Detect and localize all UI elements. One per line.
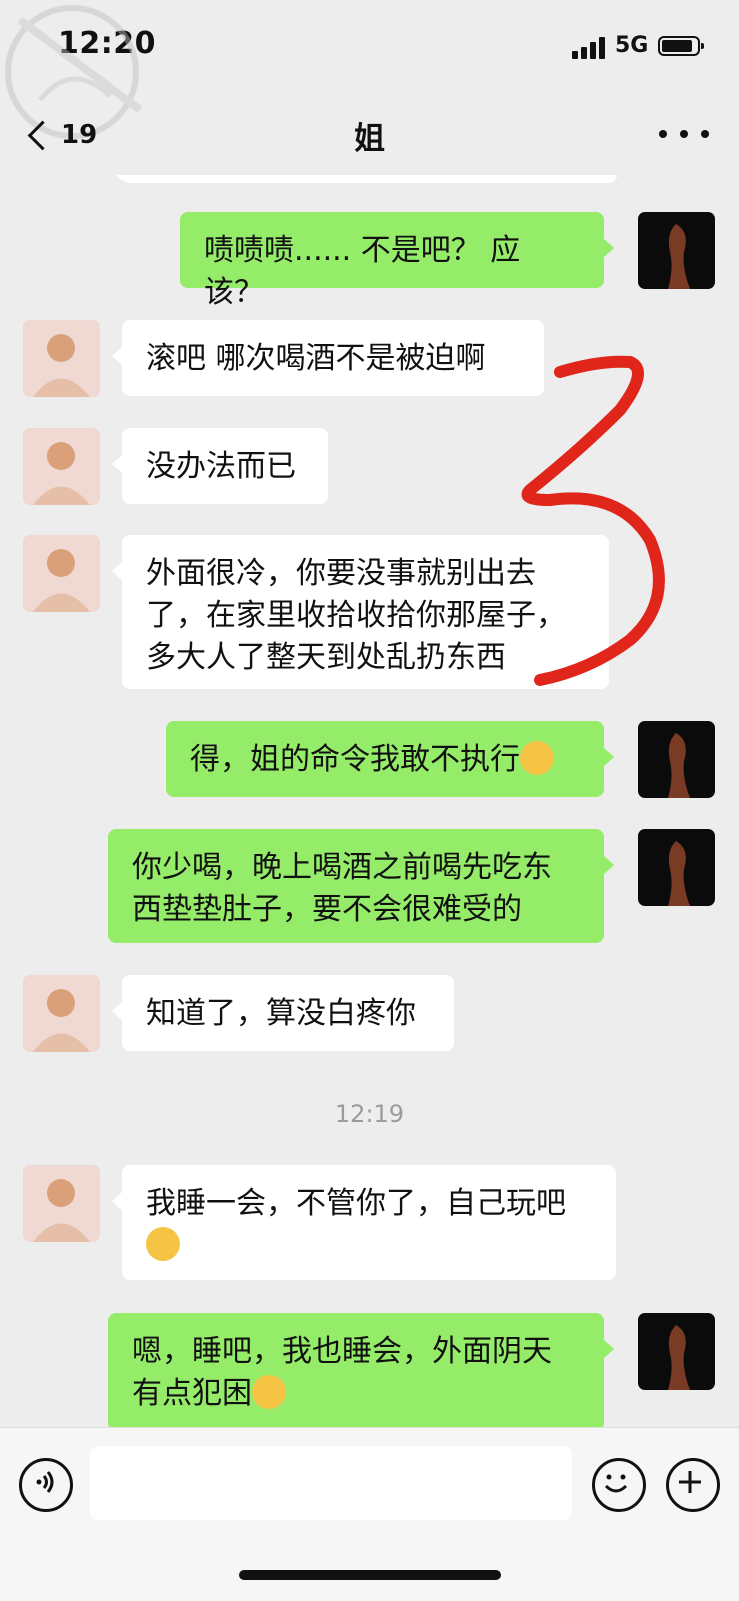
- chat-header: 19 姐: [0, 95, 739, 175]
- my-avatar[interactable]: [638, 829, 715, 906]
- message-bubble-incoming[interactable]: 没办法而已: [112, 428, 328, 504]
- message-input[interactable]: [90, 1446, 572, 1520]
- message-bubble-outgoing[interactable]: 啧啧啧...... 不是吧？ 应该？: [180, 212, 614, 310]
- message-bubble-outgoing[interactable]: 你少喝，晚上喝酒之前喝先吃东西垫垫肚子，要不会很难受的: [108, 829, 614, 943]
- chat-title: 姐: [354, 121, 385, 157]
- red-scribble-annotation: [521, 355, 665, 686]
- message-bubble-incoming[interactable]: 滚吧 哪次喝酒不是被迫啊: [112, 320, 544, 396]
- my-avatar[interactable]: [638, 212, 715, 289]
- network-label: 5G: [615, 33, 649, 58]
- contact-avatar[interactable]: [23, 535, 100, 612]
- message-bubble-outgoing[interactable]: 嗯，睡吧，我也睡会，外面阴天有点犯困: [108, 1313, 614, 1427]
- my-avatar[interactable]: [638, 721, 715, 798]
- signal-icon: [572, 37, 606, 59]
- contact-avatar[interactable]: [23, 1165, 100, 1242]
- more-options-button[interactable]: [659, 119, 709, 149]
- chat-timestamp: 12:19: [334, 1100, 405, 1128]
- emoji-icon[interactable]: [592, 1458, 646, 1512]
- message-bubble-incoming[interactable]: 知道了，算没白疼你: [112, 975, 454, 1051]
- battery-icon: [658, 36, 704, 56]
- message-bubble-partial: [112, 175, 617, 183]
- contact-avatar[interactable]: [23, 320, 100, 397]
- more-dots-icon: [659, 130, 667, 138]
- message-list[interactable]: 啧啧啧...... 不是吧？ 应该？ 滚吧 哪次喝酒不是被迫啊 没办法而已 外面…: [0, 175, 739, 1427]
- home-indicator[interactable]: [239, 1570, 501, 1580]
- plus-icon[interactable]: [666, 1458, 720, 1512]
- sulking-face-emoji: [520, 741, 554, 775]
- contact-avatar[interactable]: [23, 975, 100, 1052]
- my-avatar[interactable]: [638, 1313, 715, 1390]
- message-bubble-outgoing[interactable]: 得，姐的命令我敢不执行: [166, 721, 614, 797]
- unamused-face-emoji: [146, 1227, 180, 1261]
- message-bubble-incoming[interactable]: 我睡一会，不管你了，自己玩吧: [112, 1165, 616, 1280]
- contact-avatar[interactable]: [23, 428, 100, 505]
- voice-icon[interactable]: [19, 1458, 73, 1512]
- crying-face-emoji: [252, 1375, 286, 1409]
